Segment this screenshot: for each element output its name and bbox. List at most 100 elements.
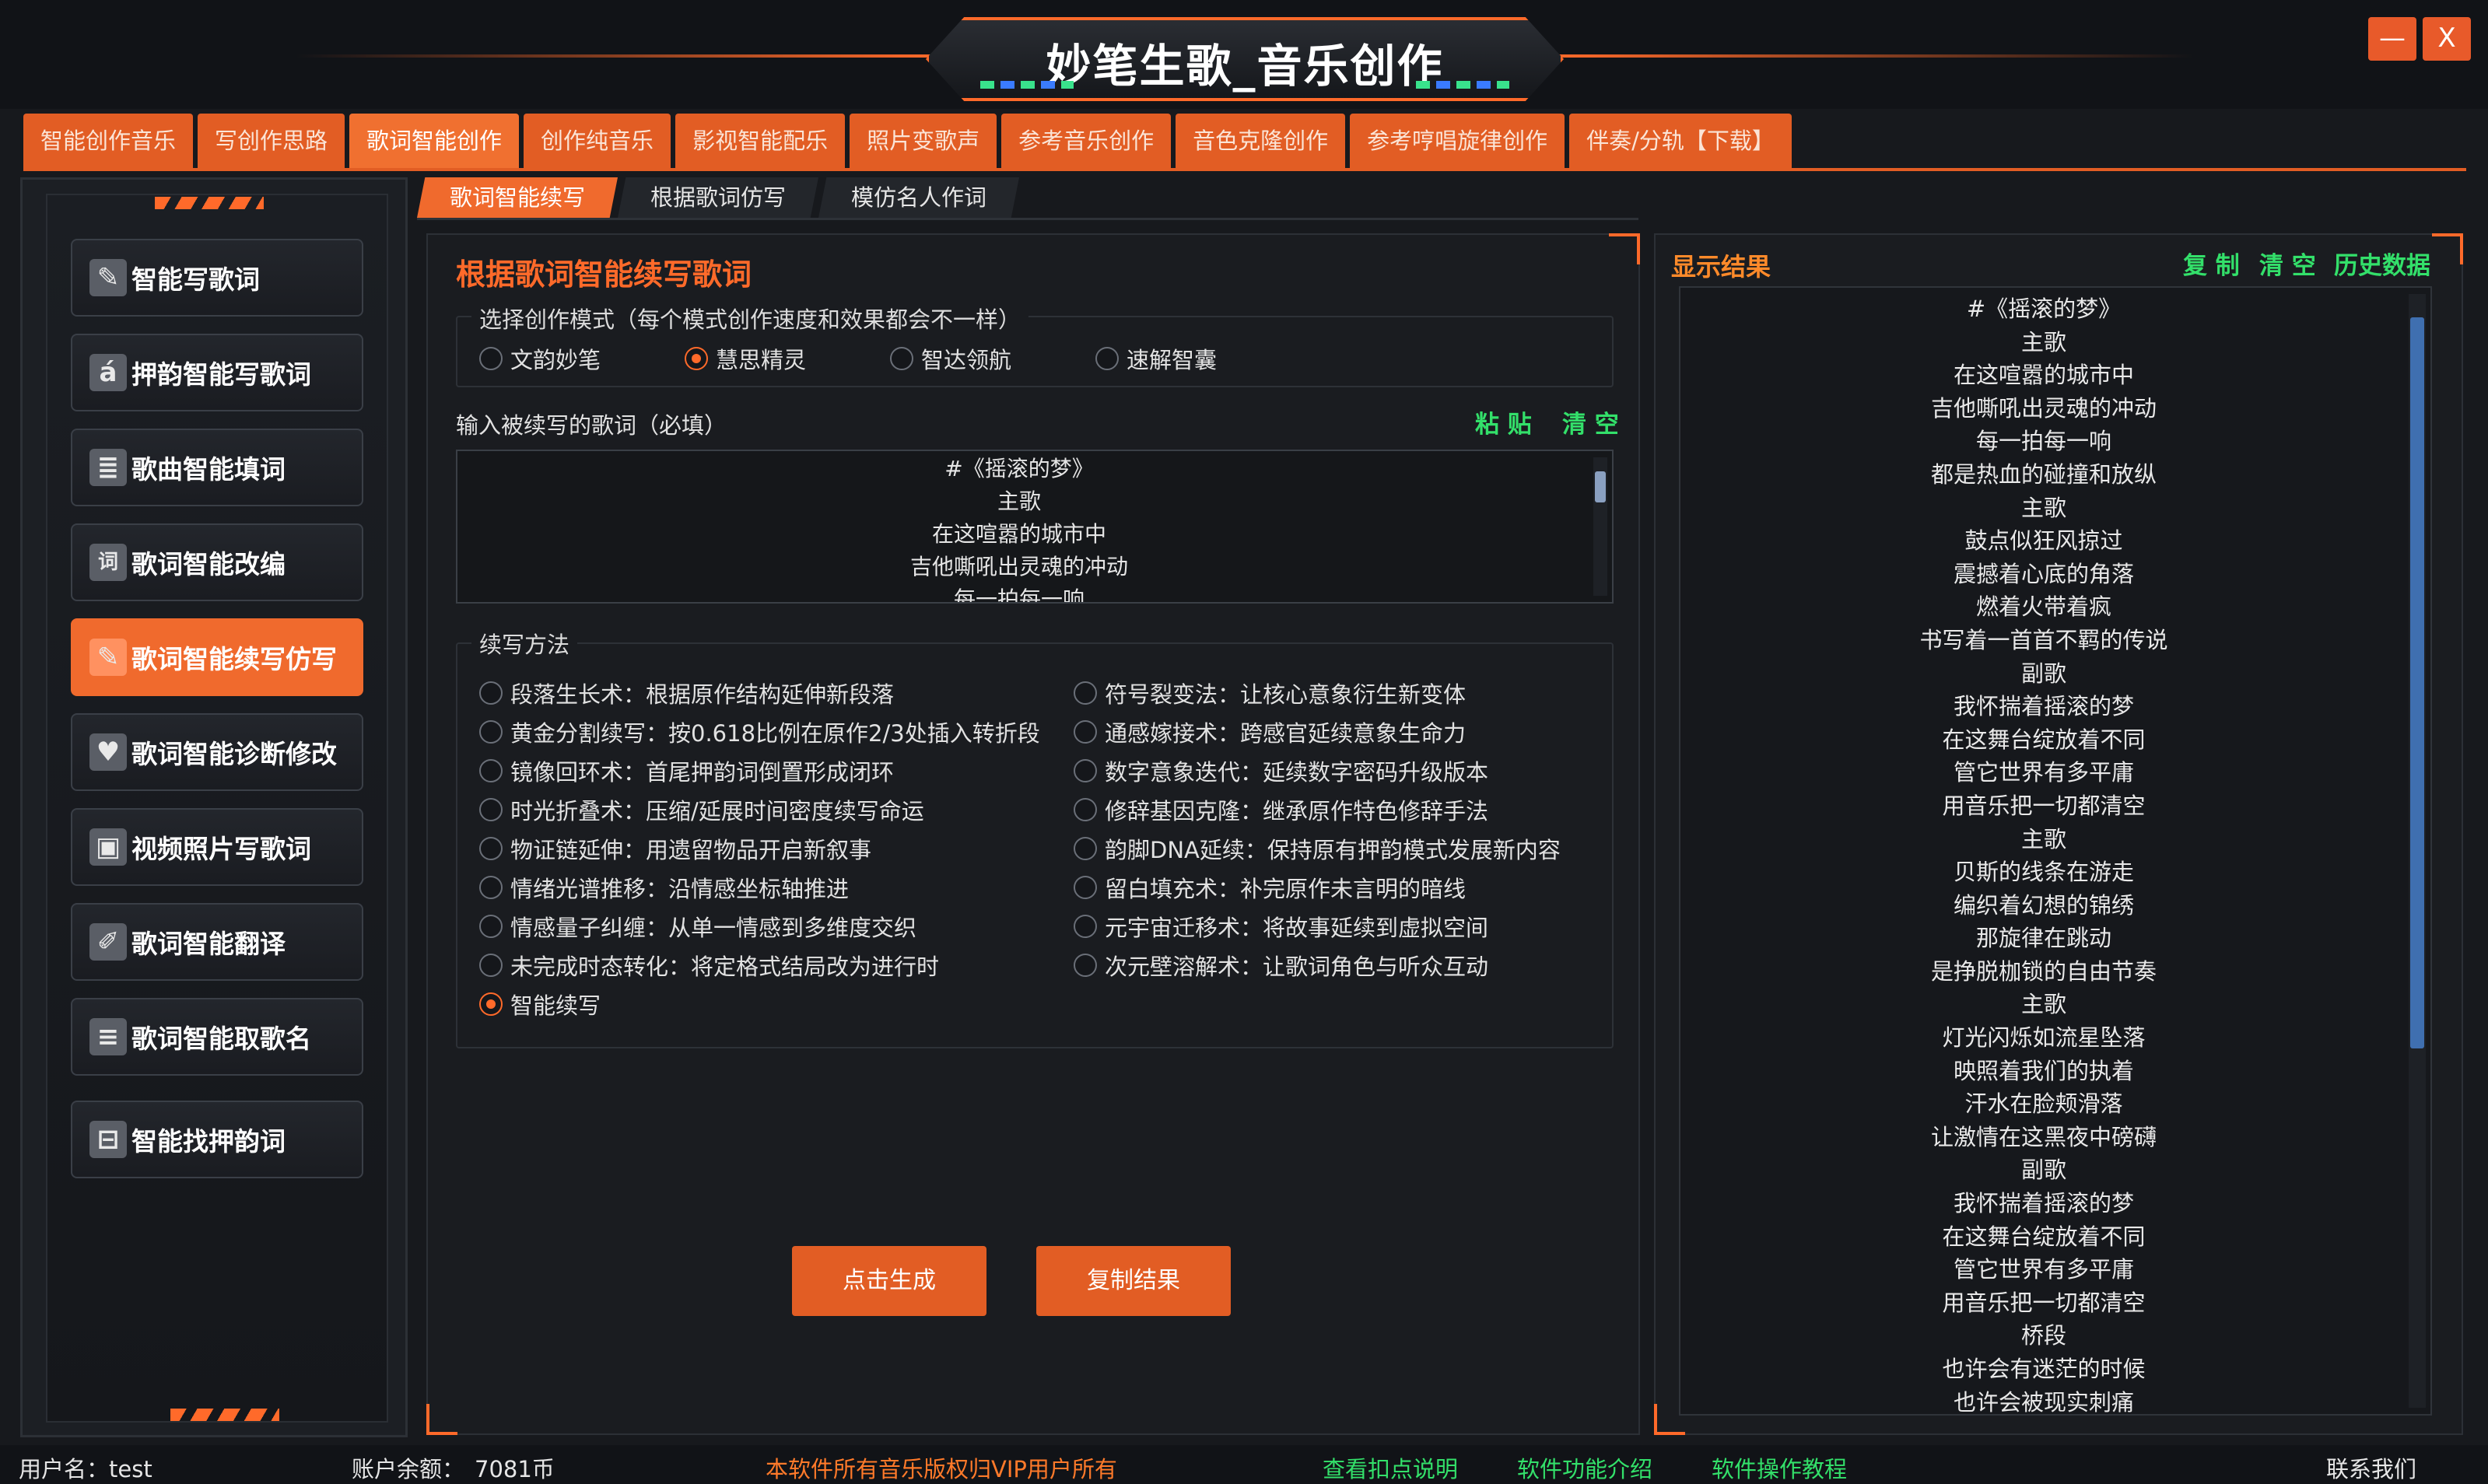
method-radio-paragraph-growth[interactable]: 段落生长术：根据原作结构延伸新段落 (479, 677, 894, 709)
tab-accompaniment-download[interactable]: 伴奏/分轨【下载】 (1569, 114, 1792, 168)
radio-label: 段落生长术：根据原作结构延伸新段落 (510, 681, 895, 708)
sidebar-item-adapt-lyrics[interactable]: 词 歌词智能改编 (71, 523, 363, 601)
radio-dot (1074, 837, 1097, 860)
radio-label: 时光折叠术：压缩/延展时间密度续写命运 (510, 798, 924, 824)
method-radio-smart-continue[interactable]: 智能续写 (479, 988, 601, 1020)
tab-write-idea[interactable]: 写创作思路 (198, 114, 345, 168)
result-line: 也许会有迷茫的时候 (1942, 1356, 2146, 1382)
contact-link[interactable]: 联系我们 (2326, 1451, 2416, 1484)
radio-dot (1074, 915, 1097, 938)
tab-hum-melody[interactable]: 参考哼唱旋律创作 (1350, 114, 1565, 168)
radio-dot (685, 347, 708, 370)
subtab-continue-lyrics[interactable]: 歌词智能续写 (417, 177, 618, 218)
tab-voice-clone[interactable]: 音色克隆创作 (1176, 114, 1346, 168)
copyright-notice: 本软件所有音乐版权归VIP用户所有 (766, 1456, 1117, 1482)
features-link[interactable]: 软件功能介绍 (1517, 1451, 1652, 1484)
status-bar: 用户名：test 账户余额： 7081币 本软件所有音乐版权归VIP用户所有 查… (0, 1445, 2488, 1484)
translate-icon: ✐ (89, 923, 127, 961)
tutorial-link[interactable]: 软件操作教程 (1712, 1451, 1847, 1484)
sidebar-item-label: 视频照片写歌词 (131, 834, 311, 864)
sidebar-item-translate-lyrics[interactable]: ✐ 歌词智能翻译 (71, 903, 363, 981)
sidebar-item-smart-lyrics[interactable]: ✎ 智能写歌词 (71, 239, 363, 317)
sidebar-item-fill-lyrics[interactable]: ≣ 歌曲智能填词 (71, 429, 363, 506)
fill-icon: ≣ (89, 449, 127, 486)
result-line: 副歌 (2020, 660, 2066, 687)
mode-radio-zhida[interactable]: 智达领航 (890, 342, 1011, 375)
radio-dot (1074, 954, 1097, 977)
tab-pure-music[interactable]: 创作纯音乐 (524, 114, 671, 168)
title-deco-right (1416, 81, 1509, 89)
subtab-imitate-lyrics[interactable]: 根据歌词仿写 (618, 177, 819, 218)
mode-radio-sujie[interactable]: 速解智囊 (1095, 342, 1217, 375)
radio-label: 元宇宙迁移术：将故事延续到虚拟空间 (1105, 915, 1489, 941)
method-radio-quantum-emotion[interactable]: 情感量子纠缠：从单一情感到多维度交织 (479, 910, 916, 943)
method-radio-digital-iteration[interactable]: 数字意象迭代：延续数字密码升级版本 (1074, 754, 1488, 787)
sidebar-item-diagnose-lyrics[interactable]: ♥ 歌词智能诊断修改 (71, 713, 363, 791)
method-radio-rhyme-dna[interactable]: 韵脚DNA延续：保持原有押韵模式发展新内容 (1074, 832, 1561, 865)
result-output[interactable]: #《摇滚的梦》 主歌 在这喧嚣的城市中 吉他嘶吼出灵魂的冲动 每一拍每一响 都是热血的碰撞… (1679, 286, 2432, 1416)
method-radio-time-fold[interactable]: 时光折叠术：压缩/延展时间密度续写命运 (479, 793, 924, 826)
result-lines: #《摇滚的梦》 主歌 在这喧嚣的城市中 吉他嘶吼出灵魂的冲动 每一拍每一响 都是热血的碰撞… (1680, 288, 2430, 1414)
input-scroll-thumb[interactable] (1595, 471, 1606, 502)
clear-input-button[interactable]: 清 空 (1562, 404, 1619, 439)
minimize-button[interactable]: — (2368, 17, 2416, 61)
title-bar: 妙笔生歌_音乐创作 — X (0, 0, 2488, 109)
copy-button[interactable]: 复 制 (2183, 246, 2240, 281)
radio-dot (479, 347, 503, 370)
result-line: 用音乐把一切都清空 (1942, 792, 2146, 819)
tab-lyrics-creation[interactable]: 歌词智能创作 (349, 114, 520, 168)
sidebar-item-continue-lyrics[interactable]: ✎ 歌词智能续写仿写 (71, 618, 363, 696)
clear-result-button[interactable]: 清 空 (2259, 246, 2316, 281)
result-line: 在这喧嚣的城市中 (1953, 362, 2134, 389)
sidebar-item-label: 歌曲智能填词 (131, 454, 286, 485)
sidebar-item-find-rhyme[interactable]: ⊟ 智能找押韵词 (71, 1101, 363, 1178)
method-radio-dimension-wall[interactable]: 次元壁溶解术：让歌词角色与听众互动 (1074, 949, 1488, 982)
radio-dot (1095, 347, 1119, 370)
tab-photo-to-song[interactable]: 照片变歌声 (850, 114, 997, 168)
result-line: 汗水在脸颊滑落 (1964, 1090, 2123, 1118)
generate-button[interactable]: 点击生成 (792, 1246, 986, 1316)
method-radio-symbol-fission[interactable]: 符号裂变法：让核心意象衍生新变体 (1074, 677, 1466, 709)
mode-radio-wenyun[interactable]: 文韵妙笔 (479, 342, 601, 375)
method-radio-rhetoric-clone[interactable]: 修辞基因克隆：继承原作特色修辞手法 (1074, 793, 1488, 826)
radio-label: 留白填充术：补完原作未言明的暗线 (1105, 876, 1467, 902)
mode-radio-huisi[interactable]: 慧思精灵 (685, 342, 806, 375)
tab-reference-music[interactable]: 参考音乐创作 (1001, 114, 1172, 168)
method-radio-emotion-spectrum[interactable]: 情绪光谱推移：沿情感坐标轴推进 (479, 871, 849, 904)
radio-label: 物证链延伸：用遗留物品开启新叙事 (510, 837, 872, 863)
input-line: #《摇滚的梦》 (944, 456, 1094, 481)
copy-result-button[interactable]: 复制结果 (1036, 1246, 1231, 1316)
name-icon: ≡ (89, 1018, 127, 1055)
result-line: 主歌 (2020, 328, 2066, 355)
app-window: 妙笔生歌_音乐创作 — X 智能创作音乐 写创作思路 歌词智能创作 创作纯音乐 … (0, 0, 2488, 1484)
radio-label: 智能续写 (510, 992, 601, 1019)
input-scrollbar[interactable] (1593, 457, 1607, 596)
method-radio-golden-ratio[interactable]: 黄金分割续写：按0.618比例在原作2/3处插入转折段 (479, 716, 1040, 748)
sliders-icon: ⊟ (89, 1121, 127, 1158)
method-radio-mirror-loop[interactable]: 镜像回环术：首尾押韵词倒置形成闭环 (479, 754, 894, 787)
sidebar-item-label: 智能找押韵词 (131, 1126, 286, 1157)
tab-film-score[interactable]: 影视智能配乐 (675, 114, 846, 168)
tab-smart-music[interactable]: 智能创作音乐 (23, 114, 194, 168)
sidebar-item-song-name[interactable]: ≡ 歌词智能取歌名 (71, 998, 363, 1076)
method-radio-synesthesia[interactable]: 通感嫁接术：跨感官延续意象生命力 (1074, 716, 1466, 748)
method-radio-blank-fill[interactable]: 留白填充术：补完原作未言明的暗线 (1074, 871, 1466, 904)
method-radio-evidence-chain[interactable]: 物证链延伸：用遗留物品开启新叙事 (479, 832, 871, 865)
close-button[interactable]: X (2423, 17, 2471, 61)
sidebar-item-rhyme-lyrics[interactable]: á 押韵智能写歌词 (71, 334, 363, 411)
sidebar-item-video-lyrics[interactable]: ▣ 视频照片写歌词 (71, 808, 363, 886)
result-line: 吉他嘶吼出灵魂的冲动 (1930, 394, 2157, 422)
result-line: 主歌 (2020, 825, 2066, 852)
result-title: 显示结果 (1671, 252, 1771, 282)
sidebar-stripes-top (155, 197, 264, 209)
method-radio-unfinished-tense[interactable]: 未完成时态转化：将定格式结局改为进行时 (479, 949, 939, 982)
result-scrollbar[interactable] (2409, 294, 2426, 1408)
deduct-info-link[interactable]: 查看扣点说明 (1323, 1451, 1458, 1484)
method-radio-metaverse[interactable]: 元宇宙迁移术：将故事延续到虚拟空间 (1074, 910, 1488, 943)
subtab-celebrity-lyrics[interactable]: 模仿名人作词 (818, 177, 1020, 218)
result-scroll-thumb[interactable] (2410, 317, 2424, 1048)
paste-button[interactable]: 粘 贴 (1475, 404, 1532, 439)
history-button[interactable]: 历史数据 (2334, 246, 2430, 281)
radio-dot (1074, 798, 1097, 821)
lyrics-input[interactable]: #《摇滚的梦》 主歌 在这喧嚣的城市中 吉他嘶吼出灵魂的冲动 每一拍每一响 (456, 450, 1614, 604)
